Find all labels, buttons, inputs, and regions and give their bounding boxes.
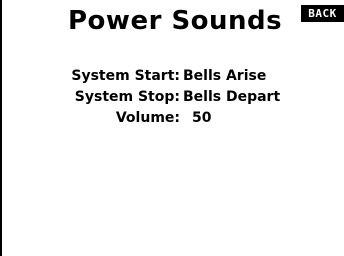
system-start-label: System Start:	[71, 68, 180, 84]
setting-row-system-stop: System Stop: Bells Depart	[0, 87, 344, 107]
volume-value[interactable]: 50	[192, 108, 211, 128]
screen-left-border	[0, 0, 2, 256]
setting-row-volume: Volume: 50	[0, 108, 344, 128]
page-title: Power Sounds	[68, 6, 283, 36]
system-stop-value[interactable]: Bells Depart	[183, 87, 280, 107]
back-button[interactable]: BACK	[301, 5, 344, 22]
system-stop-label: System Stop:	[74, 89, 180, 105]
power-sounds-screen: Power Sounds BACK System Start: Bells Ar…	[0, 0, 344, 256]
setting-row-system-start: System Start: Bells Arise	[0, 66, 344, 86]
system-start-value[interactable]: Bells Arise	[183, 66, 266, 86]
volume-label: Volume:	[115, 110, 180, 126]
